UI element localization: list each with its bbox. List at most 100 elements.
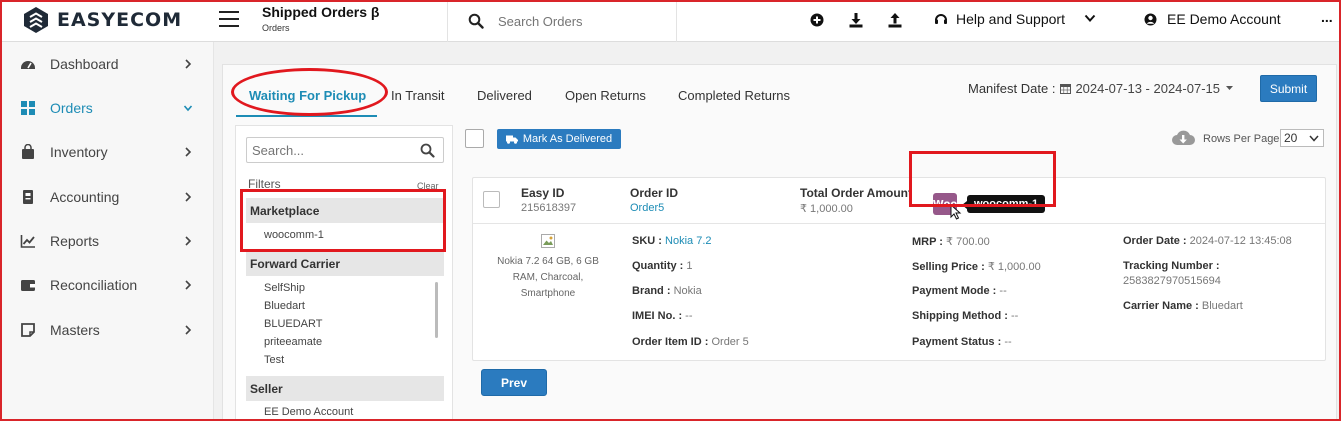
- quantity-label: Quantity :: [632, 260, 684, 272]
- sku-label: SKU :: [632, 235, 662, 247]
- search-icon: [468, 13, 484, 29]
- more-options-icon[interactable]: ...: [1321, 9, 1333, 25]
- filter-option-carrier[interactable]: SelfShip: [264, 282, 305, 294]
- sidebar-item-label: Inventory: [50, 144, 108, 160]
- account-name: EE Demo Account: [1167, 11, 1281, 27]
- global-search[interactable]: [447, 0, 677, 42]
- imei-row: IMEI No. : --: [632, 310, 693, 322]
- submit-button[interactable]: Submit: [1260, 75, 1317, 102]
- sidebar-item-dashboard[interactable]: Dashboard: [0, 49, 214, 79]
- order-card: Easy ID 215618397 Order ID Order5 Total …: [472, 177, 1326, 361]
- sidebar-item-label: Reports: [50, 233, 100, 249]
- order-checkbox[interactable]: [483, 191, 500, 208]
- headset-icon: [935, 14, 947, 24]
- sku-link[interactable]: Nokia 7.2: [665, 235, 711, 247]
- carrier-name-label: Carrier Name :: [1123, 300, 1199, 312]
- easy-id-label: Easy ID: [521, 186, 565, 200]
- help-and-support[interactable]: Help and Support: [934, 11, 1065, 27]
- shipping-method-label: Shipping Method :: [912, 310, 1008, 322]
- tab-completed-returns[interactable]: Completed Returns: [678, 88, 790, 103]
- sidebar-item-label: Dashboard: [50, 56, 119, 72]
- selling-price-label: Selling Price :: [912, 261, 985, 273]
- payment-status-label: Payment Status :: [912, 336, 1002, 348]
- filter-search[interactable]: [246, 137, 444, 163]
- upload-icon[interactable]: [887, 11, 903, 29]
- manifest-date-filter[interactable]: Manifest Date : 2024-07-13 - 2024-07-15: [968, 81, 1233, 96]
- dashboard-icon: [21, 61, 35, 69]
- add-circle-icon[interactable]: [809, 11, 825, 29]
- product-name: Nokia 7.2 64 GB, 6 GB RAM, Charcoal, Sma…: [497, 256, 599, 299]
- select-all-checkbox[interactable]: [465, 129, 484, 148]
- prev-page-button[interactable]: Prev: [481, 369, 547, 396]
- page-subtitle: Orders: [262, 23, 290, 33]
- filter-scrollbar[interactable]: [435, 282, 438, 338]
- mark-as-delivered-button[interactable]: Mark As Delivered: [497, 129, 621, 149]
- filter-option-carrier[interactable]: priteeamate: [264, 336, 322, 348]
- chevron-right-icon: [185, 59, 192, 69]
- filter-option-carrier[interactable]: BLUEDART: [264, 318, 322, 330]
- payment-status-value: --: [1004, 336, 1012, 348]
- sku-row: SKU : Nokia 7.2: [632, 235, 712, 247]
- order-date-value: 2024-07-12 13:45:08: [1189, 235, 1292, 247]
- download-icon[interactable]: [848, 11, 864, 29]
- chevron-down-icon[interactable]: [1084, 12, 1096, 24]
- rows-per-page-label: Rows Per Page: [1203, 133, 1280, 145]
- sidebar-item-masters[interactable]: Masters: [0, 315, 214, 345]
- filter-search-input[interactable]: [252, 142, 417, 158]
- filter-option-seller[interactable]: EE Demo Account: [264, 406, 353, 418]
- payment-mode-row: Payment Mode : --: [912, 285, 1007, 297]
- menu-toggle-icon[interactable]: [219, 11, 239, 27]
- tab-in-transit[interactable]: In Transit: [391, 88, 444, 103]
- sidebar-item-reports[interactable]: Reports: [0, 226, 214, 256]
- chevron-down-icon: [1309, 135, 1319, 142]
- filter-option-carrier[interactable]: Test: [264, 354, 284, 366]
- mrp-label: MRP :: [912, 236, 943, 248]
- sidebar-item-inventory[interactable]: Inventory: [0, 137, 214, 167]
- sidebar-item-reconciliation[interactable]: Reconciliation: [0, 270, 214, 300]
- rows-per-page-select[interactable]: 20: [1280, 129, 1324, 147]
- broken-image-icon: [541, 234, 555, 248]
- page-title: Shipped Orders β: [262, 4, 380, 20]
- chevron-right-icon: [185, 192, 192, 202]
- chevron-right-icon: [185, 236, 192, 246]
- order-item-id-label: Order Item ID :: [632, 336, 709, 348]
- tracking-number-block: Tracking Number : 2583827970515694: [1123, 259, 1221, 289]
- imei-label: IMEI No. :: [632, 310, 683, 322]
- mrp-value: ₹ 700.00: [946, 236, 990, 248]
- wallet-icon: [21, 280, 35, 291]
- sidebar-item-accounting[interactable]: Accounting: [0, 182, 214, 212]
- tab-open-returns[interactable]: Open Returns: [565, 88, 646, 103]
- sidebar: Dashboard Orders Inventory Accounting Re…: [0, 42, 214, 421]
- carrier-name-value: Bluedart: [1201, 300, 1243, 312]
- quantity-row: Quantity : 1: [632, 260, 693, 272]
- account-menu[interactable]: EE Demo Account: [1144, 11, 1281, 27]
- shipping-method-row: Shipping Method : --: [912, 310, 1018, 322]
- tracking-number-value: 2583827970515694: [1123, 275, 1221, 287]
- filter-option-carrier[interactable]: Bluedart: [264, 300, 305, 312]
- total-amount-value: ₹ 1,000.00: [800, 203, 853, 215]
- filter-heading-forward-carrier[interactable]: Forward Carrier: [246, 251, 444, 276]
- order-id-label: Order ID: [630, 186, 679, 200]
- calendar-icon: [1060, 84, 1072, 94]
- cloud-download-icon[interactable]: [1171, 129, 1195, 147]
- brand[interactable]: EASYECOM: [22, 6, 182, 34]
- carrier-name-row: Carrier Name : Bluedart: [1123, 300, 1243, 312]
- mark-as-delivered-label: Mark As Delivered: [522, 133, 613, 145]
- easy-id-value: 215618397: [521, 202, 577, 214]
- tab-delivered[interactable]: Delivered: [477, 88, 532, 103]
- manifest-date-range: 2024-07-13 - 2024-07-15: [1075, 81, 1220, 96]
- payment-status-row: Payment Status : --: [912, 336, 1012, 348]
- bag-icon: [22, 144, 34, 159]
- search-input[interactable]: [498, 13, 668, 29]
- sidebar-item-orders[interactable]: Orders: [0, 93, 214, 123]
- filter-panel: Filters Clear Marketplace woocomm-1 Forw…: [235, 125, 453, 421]
- chevron-right-icon: [185, 325, 192, 335]
- line-chart-icon: [20, 235, 35, 248]
- truck-icon: [505, 135, 518, 144]
- order-id-link[interactable]: Order5: [630, 202, 664, 214]
- quantity-value: 1: [686, 260, 693, 272]
- filter-heading-seller[interactable]: Seller: [246, 376, 444, 401]
- brand-value: Nokia: [673, 285, 702, 297]
- grid-icon: [21, 101, 35, 115]
- order-date-row: Order Date : 2024-07-12 13:45:08: [1123, 235, 1292, 247]
